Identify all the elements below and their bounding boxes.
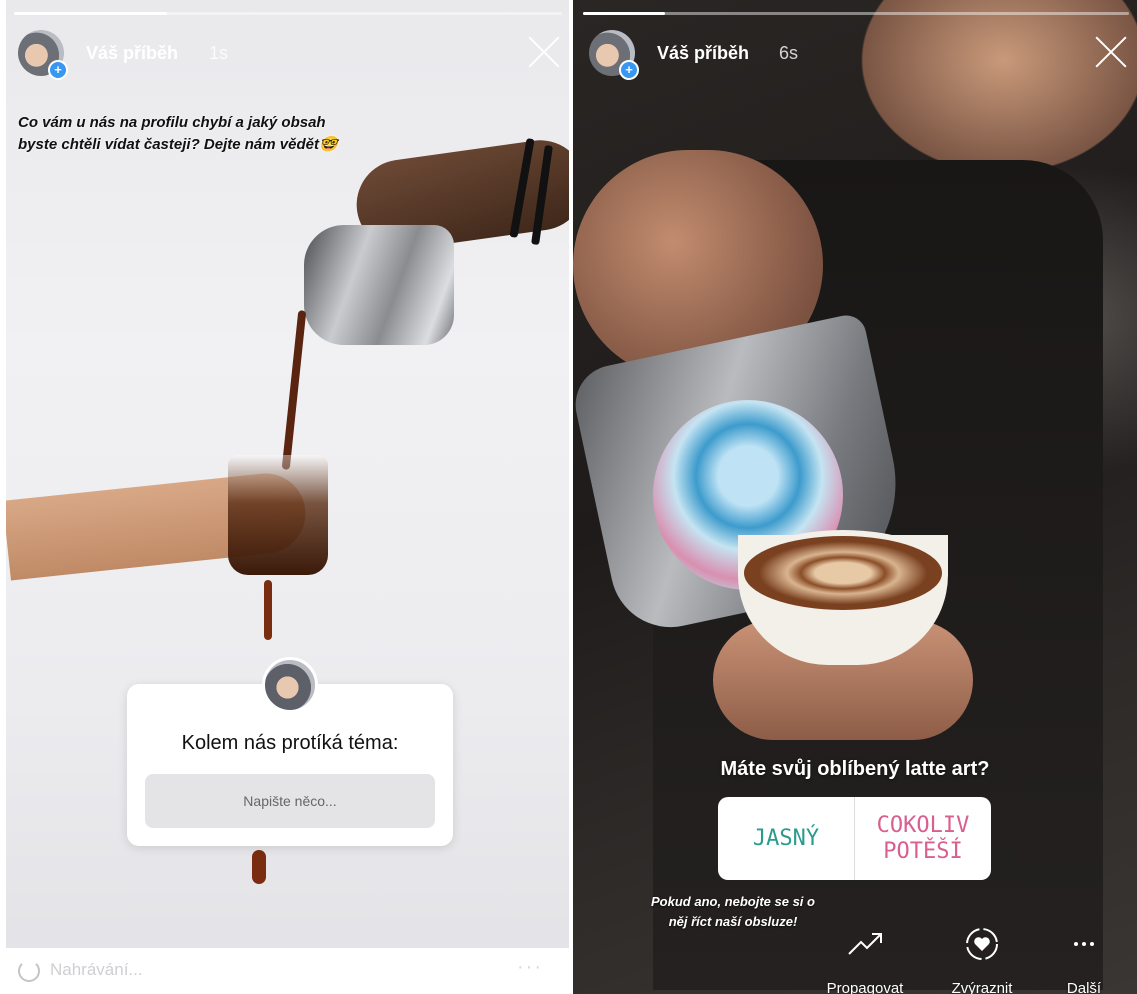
close-icon[interactable] (1093, 34, 1129, 70)
poll-question: Máte svůj oblíbený latte art? (720, 758, 990, 780)
story-time: 1s (209, 43, 229, 63)
more-icon[interactable]: ··· (517, 956, 543, 979)
story-progress-fill (583, 12, 665, 15)
loading-spinner-icon (18, 960, 40, 982)
promote-button[interactable]: Propagovat (810, 926, 920, 994)
story-progress-fill (14, 12, 168, 15)
highlight-button[interactable]: Zvýraznit (927, 926, 1037, 994)
more-label: Další (1066, 980, 1102, 994)
question-sticker-avatar (262, 657, 318, 713)
close-icon[interactable] (526, 34, 562, 70)
story-right: + Váš příběh 6s Máte svůj oblíbený latte… (573, 0, 1137, 994)
pitcher-image (304, 225, 454, 345)
avatar[interactable]: + (18, 30, 68, 80)
poll-option-label: COKOLIV POTĚŠÍ (876, 812, 970, 864)
story-username[interactable]: Váš příběh (657, 43, 749, 64)
glass-image (228, 455, 328, 575)
add-story-icon[interactable]: + (48, 60, 68, 80)
story-left: + Váš příběh 1s Co vám u nás na profilu … (6, 0, 569, 994)
story-username[interactable]: Váš příběh (86, 43, 178, 64)
coffee-drip (252, 850, 266, 884)
promote-label: Propagovat (826, 980, 904, 994)
upload-status: Nahrávání... (50, 960, 143, 979)
story-question-text: Co vám u nás na profilu chybí a jaký obs… (18, 114, 338, 153)
poll-option-anything[interactable]: COKOLIV POTĚŠÍ (855, 797, 991, 880)
story-caption-line: Pokud ano, nebojte se si o (651, 894, 815, 909)
add-story-icon[interactable]: + (619, 60, 639, 80)
coffee-stream-image (281, 310, 307, 470)
trending-up-icon (848, 933, 882, 955)
story-time: 6s (779, 43, 799, 63)
heart-circle-icon (966, 928, 998, 960)
question-sticker-title: Kolem nás protíká téma: (181, 732, 399, 754)
upload-bar: Nahrávání... ··· (6, 948, 569, 994)
highlight-label: Zvýraznit (951, 980, 1013, 994)
poll-option-label: JASNÝ (752, 825, 820, 851)
poll-sticker[interactable]: JASNÝ COKOLIV POTĚŠÍ (718, 797, 991, 880)
story-caption-line: něj říct naší obsluze! (668, 914, 798, 929)
poll-option-yes[interactable]: JASNÝ (718, 797, 854, 880)
question-sticker-input[interactable]: Napište něco... (145, 774, 435, 828)
more-icon (1074, 942, 1094, 946)
story-progress-bar (14, 12, 562, 15)
coffee-drip (264, 580, 272, 640)
story-progress-bar (583, 12, 1129, 15)
avatar[interactable]: + (589, 30, 639, 80)
latte-art-image (738, 530, 948, 616)
more-button[interactable]: Další (1029, 926, 1137, 994)
